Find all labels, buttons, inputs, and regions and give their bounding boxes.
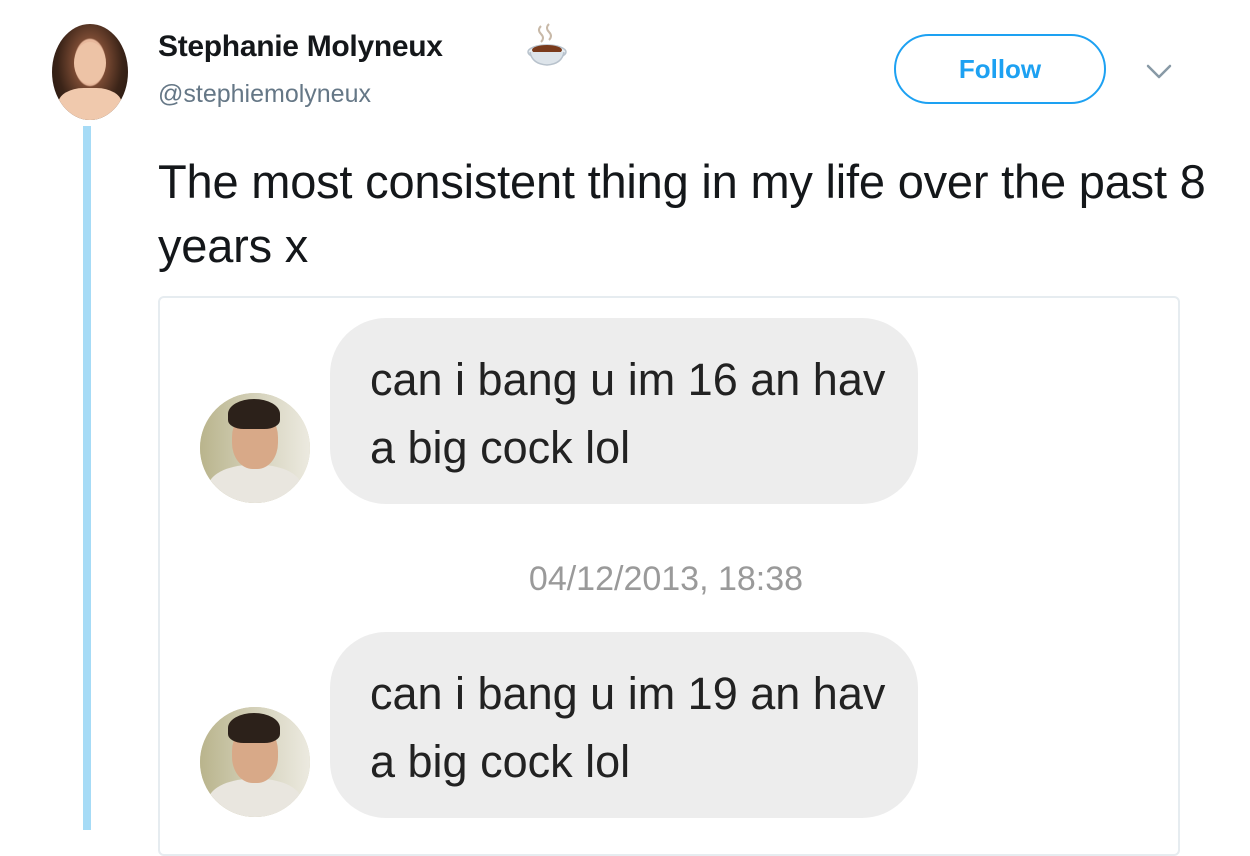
message-timestamp: 04/12/2013, 18:38 bbox=[528, 560, 804, 598]
message-bubble: can i bang u im 19 an hav a big cock lol bbox=[330, 632, 918, 818]
follow-button[interactable]: Follow bbox=[894, 34, 1106, 104]
tweet-text: The most consistent thing in my life ove… bbox=[158, 155, 1206, 272]
message-bubble: can i bang u im 16 an hav a big cock lol bbox=[330, 318, 918, 504]
thread-line bbox=[83, 126, 91, 830]
chevron-down-icon[interactable] bbox=[1144, 58, 1174, 84]
author-name[interactable]: Stephanie Molyneux bbox=[158, 30, 443, 64]
avatar-face bbox=[74, 42, 106, 84]
author-avatar[interactable] bbox=[52, 24, 128, 120]
hot-beverage-icon bbox=[527, 23, 567, 66]
avatar-body bbox=[58, 88, 122, 120]
sender-avatar bbox=[200, 707, 310, 817]
sender-avatar bbox=[200, 393, 310, 503]
author-handle[interactable]: @stephiemolyneux bbox=[158, 80, 371, 109]
